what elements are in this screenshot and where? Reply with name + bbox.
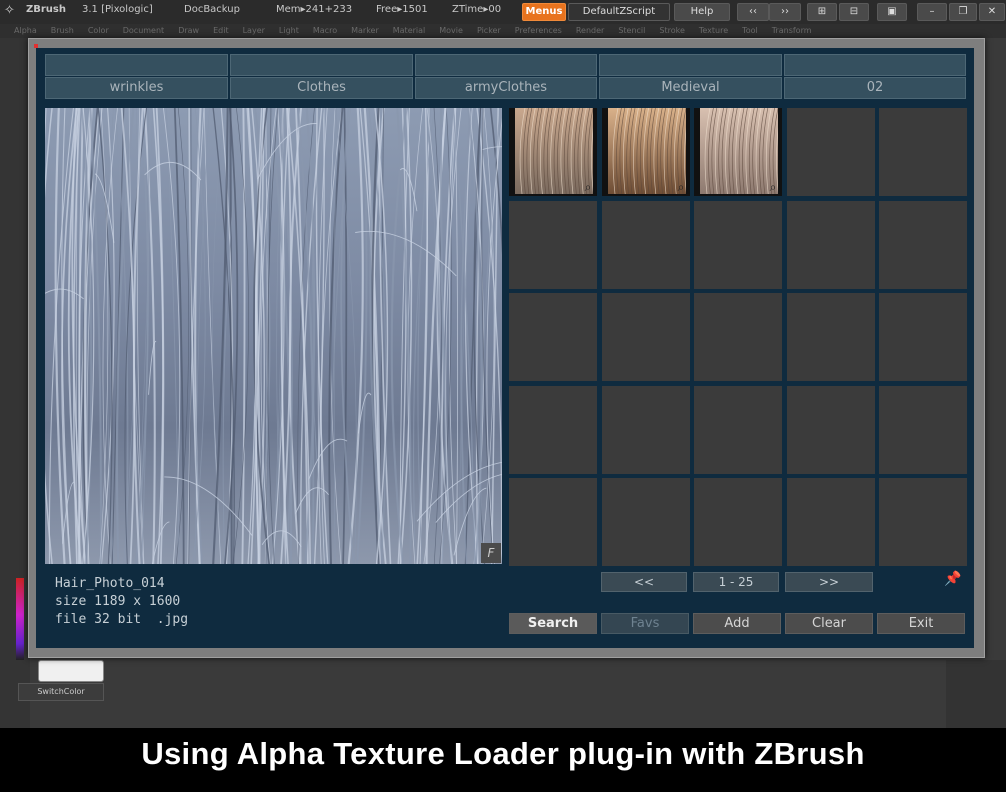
menu-item[interactable]: Movie <box>439 24 463 38</box>
category-folder[interactable]: 02 <box>784 77 966 99</box>
thumbnail-slot[interactable] <box>879 293 967 381</box>
menu-item[interactable]: Tool <box>742 24 758 38</box>
thumbnail-slot[interactable] <box>509 293 597 381</box>
layout-icon[interactable]: ⊞ <box>807 3 837 21</box>
hair-texture <box>45 108 502 564</box>
category-folder-top[interactable] <box>415 54 597 76</box>
thumbnail-slot[interactable] <box>787 293 875 381</box>
category-folder-top[interactable] <box>599 54 782 76</box>
thumbnail-slot[interactable] <box>879 108 967 196</box>
app-name: ZBrush <box>26 4 66 15</box>
thumbnail-slot[interactable] <box>879 386 967 474</box>
thumbnail-slot[interactable] <box>602 201 690 289</box>
file-name: Hair_Photo_014 <box>55 576 165 591</box>
thumbnail-slot[interactable] <box>787 478 875 566</box>
thumbnail-slot[interactable] <box>602 293 690 381</box>
menu-item[interactable]: Edit <box>213 24 229 38</box>
category-folder[interactable]: Clothes <box>230 77 413 99</box>
help-button[interactable]: Help <box>674 3 730 21</box>
free-readout: Free▸1501 <box>376 4 428 15</box>
magnifier-icon[interactable]: ⌕ <box>581 180 595 194</box>
ztime-readout: ZTime▸00 <box>452 4 502 15</box>
thumbnail-slot[interactable] <box>509 478 597 566</box>
restore-icon[interactable]: ❐ <box>949 3 977 21</box>
thumbnail-slot[interactable] <box>694 201 782 289</box>
left-shelf <box>0 38 30 728</box>
file-format: file 32 bit .jpg <box>55 612 189 627</box>
thumbnail-slot[interactable]: ⌕ <box>602 108 690 196</box>
docbackup-button[interactable]: DocBackup <box>184 4 240 15</box>
menu-item[interactable]: Stencil <box>618 24 645 38</box>
menu-item[interactable]: Alpha <box>14 24 37 38</box>
menu-item[interactable]: Picker <box>477 24 501 38</box>
category-folder[interactable]: wrinkles <box>45 77 228 99</box>
tray-left-icon[interactable]: ‹‹ <box>737 3 769 21</box>
menu-bar: Alpha Brush Color Document Draw Edit Layer Ligh… <box>0 24 1006 38</box>
thumbnail-slot[interactable] <box>509 201 597 289</box>
magnifier-icon[interactable]: ⌕ <box>766 180 780 194</box>
default-zscript-button[interactable]: DefaultZScript <box>568 3 670 21</box>
thumbnail-slot[interactable] <box>879 201 967 289</box>
menu-item[interactable]: Light <box>279 24 299 38</box>
thumbnail-slot[interactable] <box>602 386 690 474</box>
category-folder[interactable]: armyClothes <box>415 77 597 99</box>
thumbnail-slot[interactable] <box>787 201 875 289</box>
menu-item[interactable]: Brush <box>51 24 74 38</box>
thumbnail-slot[interactable] <box>787 386 875 474</box>
category-folder[interactable]: Medieval <box>599 77 782 99</box>
mem-readout: Mem▸241+233 <box>276 4 353 15</box>
menus-button[interactable]: Menus <box>522 3 566 21</box>
minimize-icon[interactable]: – <box>917 3 947 21</box>
secondary-color-swatch[interactable] <box>38 660 104 682</box>
menu-item[interactable]: Marker <box>351 24 379 38</box>
app-version: 3.1 [Pixologic] <box>82 4 153 15</box>
top-bar: ✧ ZBrush 3.1 [Pixologic] DocBackup Mem▸2… <box>0 0 1006 25</box>
menu-item[interactable]: Render <box>576 24 604 38</box>
layout-alt-icon[interactable]: ⊟ <box>839 3 869 21</box>
menu-item[interactable]: Macro <box>313 24 337 38</box>
thumbnail-slot[interactable] <box>694 386 782 474</box>
category-folder-top[interactable] <box>45 54 228 76</box>
menu-item[interactable]: Transform <box>772 24 812 38</box>
menu-item[interactable]: Layer <box>243 24 265 38</box>
prev-page-button[interactable]: << <box>601 572 687 592</box>
category-folder-top[interactable] <box>230 54 413 76</box>
thumbnail-slot[interactable] <box>694 293 782 381</box>
magnifier-icon[interactable]: ⌕ <box>674 180 688 194</box>
search-button[interactable]: Search <box>509 613 597 634</box>
video-caption: Using Alpha Texture Loader plug-in with … <box>141 736 865 771</box>
thumbnail-slot[interactable] <box>879 478 967 566</box>
zbrush-logo-icon: ✧ <box>4 3 15 18</box>
menu-item[interactable]: Document <box>123 24 164 38</box>
thumbnail-slot[interactable] <box>787 108 875 196</box>
thumbnail-slot[interactable] <box>602 478 690 566</box>
menu-item[interactable]: Material <box>393 24 426 38</box>
menu-item[interactable]: Draw <box>178 24 199 38</box>
pin-icon[interactable]: 📌 <box>944 570 962 588</box>
file-size: size 1189 x 1600 <box>55 594 181 609</box>
lock-icon[interactable]: ▣ <box>877 3 907 21</box>
thumbnail-slot[interactable]: ⌕ <box>509 108 597 196</box>
page-range: 1 - 25 <box>693 572 779 592</box>
favs-button[interactable]: Favs <box>601 613 689 634</box>
menu-item[interactable]: Preferences <box>515 24 562 38</box>
favorite-badge[interactable]: F <box>481 543 501 563</box>
thumbnail-slot[interactable] <box>509 386 597 474</box>
alpha-preview-image[interactable] <box>45 108 502 564</box>
menu-item[interactable]: Color <box>88 24 109 38</box>
category-folder-top[interactable] <box>784 54 966 76</box>
thumbnail-slot[interactable]: ⌕ <box>694 108 782 196</box>
add-button[interactable]: Add <box>693 613 781 634</box>
tray-right-icon[interactable]: ›› <box>769 3 801 21</box>
switch-color-button[interactable]: SwitchColor <box>18 683 104 701</box>
menu-item[interactable]: Texture <box>699 24 728 38</box>
menu-item[interactable]: Stroke <box>659 24 685 38</box>
next-page-button[interactable]: >> <box>785 572 873 592</box>
right-shelf <box>946 660 1006 730</box>
color-picker-bar[interactable] <box>16 578 24 660</box>
clear-button[interactable]: Clear <box>785 613 873 634</box>
thumbnail-slot[interactable] <box>694 478 782 566</box>
close-icon[interactable]: ✕ <box>979 3 1005 21</box>
exit-button[interactable]: Exit <box>877 613 965 634</box>
